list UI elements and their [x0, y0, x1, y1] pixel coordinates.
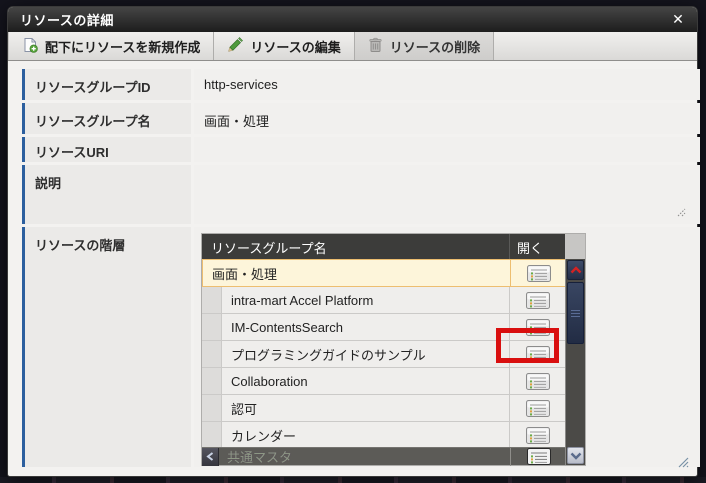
dialog-titlebar: リソースの詳細 ✕ [8, 7, 697, 32]
resource-uri-value [194, 137, 700, 162]
row-label: カレンダー [222, 426, 296, 445]
list-icon [526, 427, 550, 444]
open-row-button-annotated[interactable] [526, 346, 550, 363]
description-textarea[interactable] [194, 165, 700, 224]
list-icon [526, 346, 550, 363]
resource-uri-label: リソースURI [22, 137, 191, 162]
open-row-button[interactable] [527, 448, 551, 465]
dialog-resize-handle-icon[interactable] [677, 455, 690, 473]
form-row-resource-uri: リソースURI [22, 137, 700, 162]
hierarchy-table: リソースグループ名 開く 画面・処理 [201, 233, 586, 466]
resource-group-id-label: リソースグループID [22, 69, 191, 100]
tree-indent [202, 341, 222, 367]
open-row-button[interactable] [526, 427, 550, 444]
table-row-im-contentssearch[interactable]: IM-ContentsSearch [202, 314, 585, 341]
vertical-scrollbar[interactable] [565, 259, 585, 465]
resource-details-dialog: リソースの詳細 ✕ 配下にリソースを新規作成 [7, 6, 698, 477]
row-label: 画面・処理 [203, 264, 277, 283]
table-row-programming-guide-sample[interactable]: プログラミングガイドのサンプル [202, 341, 585, 368]
open-row-button[interactable] [526, 373, 550, 390]
row-label: IM-ContentsSearch [222, 320, 343, 335]
hierarchy-value-area: リソースグループ名 開く 画面・処理 [194, 227, 700, 467]
delete-resource-button[interactable]: リソースの削除 [355, 32, 494, 60]
list-icon [527, 265, 551, 282]
table-row-collaboration[interactable]: Collaboration [202, 368, 585, 395]
form-row-resource-group-name: リソースグループ名 画面・処理 [22, 103, 700, 134]
background-page-strip [0, 477, 706, 483]
form-row-description: 説明 [22, 165, 700, 224]
list-icon [526, 373, 550, 390]
scroll-up-arrow-icon[interactable] [567, 260, 584, 280]
scrollbar-corner [565, 234, 585, 259]
list-icon [526, 319, 550, 336]
table-row-gamen-shori[interactable]: 画面・処理 [202, 259, 585, 287]
row-label: 認可 [222, 399, 257, 418]
list-icon [526, 400, 550, 417]
new-resource-icon [22, 37, 38, 56]
resource-group-name-value: 画面・処理 [194, 103, 700, 134]
close-icon[interactable]: ✕ [668, 10, 688, 30]
row-label: intra-mart Accel Platform [222, 293, 373, 308]
create-child-resource-label: 配下にリソースを新規作成 [45, 37, 200, 56]
open-row-button[interactable] [526, 292, 550, 309]
hierarchy-label: リソースの階層 [22, 227, 191, 467]
open-row-button[interactable] [526, 319, 550, 336]
open-row-button[interactable] [526, 400, 550, 417]
dialog-toolbar: 配下にリソースを新規作成 リソースの編集 リソースの削 [8, 32, 697, 61]
table-row-intra-mart-accel-platform[interactable]: intra-mart Accel Platform [202, 287, 585, 314]
hierarchy-table-header: リソースグループ名 開く [202, 234, 585, 259]
textarea-resize-handle-icon[interactable] [676, 205, 687, 220]
horizontal-scrollbar[interactable]: 共通マスタ [202, 447, 566, 465]
dialog-title: リソースの詳細 [8, 10, 114, 29]
list-icon [527, 448, 551, 465]
row-label: Collaboration [222, 374, 308, 389]
delete-resource-label: リソースの削除 [390, 37, 480, 56]
resource-group-name-label: リソースグループ名 [22, 103, 191, 134]
trash-icon [368, 37, 383, 56]
open-row-button[interactable] [527, 265, 551, 282]
table-row-kyotsu-master-label[interactable]: 共通マスタ [219, 447, 510, 466]
form-row-hierarchy: リソースの階層 リソースグループ名 開く 画面・処理 [22, 227, 700, 467]
scroll-down-arrow-icon[interactable] [567, 447, 584, 464]
form-row-resource-group-id: リソースグループID http-services [22, 69, 700, 100]
scrollbar-thumb[interactable] [567, 282, 584, 344]
row-label: プログラミングガイドのサンプル [222, 345, 426, 364]
edit-pencil-icon [227, 37, 243, 56]
thumb-grip [571, 308, 580, 319]
edit-resource-label: リソースの編集 [250, 37, 340, 56]
create-child-resource-button[interactable]: 配下にリソースを新規作成 [8, 32, 214, 60]
column-header-open: 開く [509, 234, 565, 259]
tree-indent [202, 422, 222, 448]
table-row-calendar[interactable]: カレンダー [202, 422, 585, 449]
resource-form: リソースグループID http-services リソースグループ名 画面・処理… [22, 69, 700, 470]
hierarchy-table-body: 画面・処理 [202, 259, 585, 465]
scroll-left-arrow-icon[interactable] [202, 448, 219, 466]
description-label: 説明 [22, 165, 191, 224]
list-icon [526, 292, 550, 309]
tree-indent [202, 314, 222, 340]
tree-indent [202, 287, 222, 313]
tree-indent [202, 395, 222, 421]
edit-resource-button[interactable]: リソースの編集 [214, 32, 354, 60]
resource-group-id-value: http-services [194, 69, 700, 100]
table-row-ninka[interactable]: 認可 [202, 395, 585, 422]
column-header-group-name: リソースグループ名 [202, 234, 509, 259]
tree-indent [202, 368, 222, 394]
